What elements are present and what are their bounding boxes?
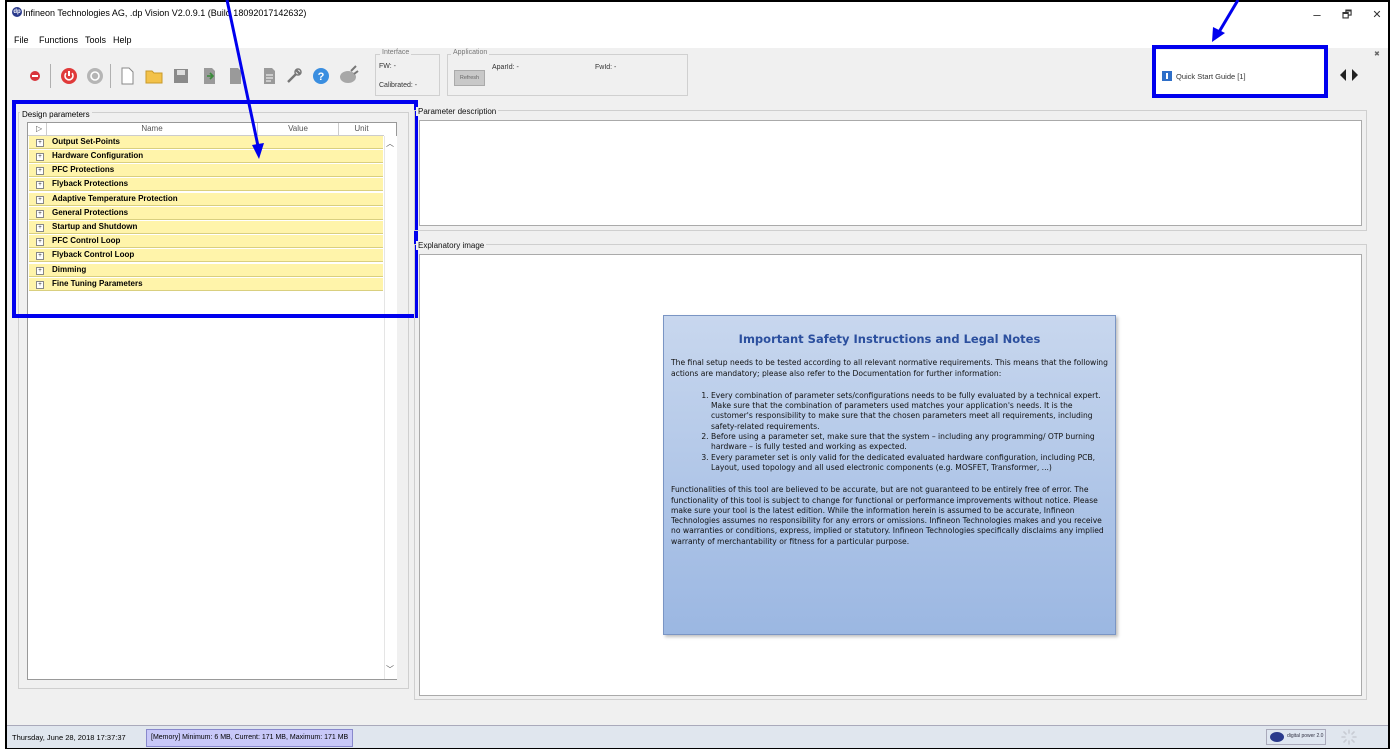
safety-notice-intro: The final setup needs to be tested accor…	[671, 358, 1108, 378]
toolbar-separator	[50, 64, 51, 88]
calibrated-value: Calibrated: -	[379, 82, 418, 89]
safety-notice-item: Every combination of parameter sets/conf…	[711, 391, 1108, 432]
help-icon[interactable]: ?	[312, 67, 330, 85]
menu-functions[interactable]: Functions	[39, 35, 78, 45]
save-icon[interactable]	[172, 67, 190, 85]
report-icon[interactable]	[260, 67, 278, 85]
safety-notice-list: Every combination of parameter sets/conf…	[671, 391, 1108, 473]
safety-notice-item: Every parameter set is only valid for th…	[711, 453, 1108, 474]
parameter-description-box	[419, 120, 1362, 226]
application-label: Application	[451, 49, 490, 56]
toolbar-separator	[110, 64, 111, 88]
explanatory-image-label: Explanatory image	[416, 241, 487, 250]
dp-logo-icon	[1270, 732, 1284, 742]
minimize-button[interactable]: –	[1302, 6, 1332, 24]
quick-start-guide-link[interactable]: Quick Start Guide [1]	[1176, 72, 1246, 81]
safety-notice: Important Safety Instructions and Legal …	[663, 315, 1116, 635]
app-logo-icon: dp	[12, 7, 22, 17]
svg-text:?: ?	[318, 71, 325, 83]
new-file-icon[interactable]	[118, 67, 136, 85]
safety-notice-closing: Functionalities of this tool are believe…	[671, 485, 1104, 546]
busy-spinner-icon	[1341, 729, 1357, 745]
menu-help[interactable]: Help	[113, 35, 132, 45]
menu-tools[interactable]: Tools	[85, 35, 106, 45]
restore-button[interactable]: 🗗	[1332, 6, 1362, 24]
power-icon[interactable]	[60, 67, 78, 85]
interface-group	[375, 54, 440, 96]
menu-file[interactable]: File	[14, 35, 29, 45]
window-title: Infineon Technologies AG, .dp Vision V2.…	[23, 8, 307, 18]
export-icon[interactable]	[200, 67, 218, 85]
close-button[interactable]: ✕	[1362, 6, 1392, 24]
nav-arrows-icon[interactable]	[1339, 68, 1359, 82]
open-folder-icon[interactable]	[145, 67, 163, 85]
record-icon[interactable]	[26, 67, 44, 85]
disconnect-icon[interactable]	[86, 67, 104, 85]
parameter-description-label: Parameter description	[416, 107, 499, 116]
aparid-value: AparId: -	[492, 64, 519, 71]
book-icon	[1162, 71, 1172, 81]
fwid-value: FwId: -	[595, 64, 617, 71]
safety-notice-item: Before using a parameter set, make sure …	[711, 432, 1108, 453]
tools-icon[interactable]	[285, 67, 303, 85]
panel-close-icon[interactable]: ✖	[1374, 50, 1380, 58]
import-icon[interactable]	[226, 67, 244, 85]
digital-power-logo: digital power 2.0	[1266, 729, 1326, 745]
brand-text: digital power 2.0	[1287, 733, 1324, 739]
connect-plug-icon[interactable]	[338, 64, 360, 86]
status-datetime: Thursday, June 28, 2018 17:37:37	[12, 733, 126, 742]
status-memory: [Memory] Minimum: 6 MB, Current: 171 MB,…	[146, 729, 354, 747]
interface-label: Interface	[380, 49, 412, 56]
refresh-button[interactable]: Refresh	[454, 70, 485, 86]
scroll-down-icon[interactable]: ﹀	[386, 664, 394, 675]
safety-notice-title: Important Safety Instructions and Legal …	[738, 332, 1041, 346]
fw-value: FW: -	[379, 63, 396, 70]
highlight-box-design-parameters	[12, 100, 418, 318]
